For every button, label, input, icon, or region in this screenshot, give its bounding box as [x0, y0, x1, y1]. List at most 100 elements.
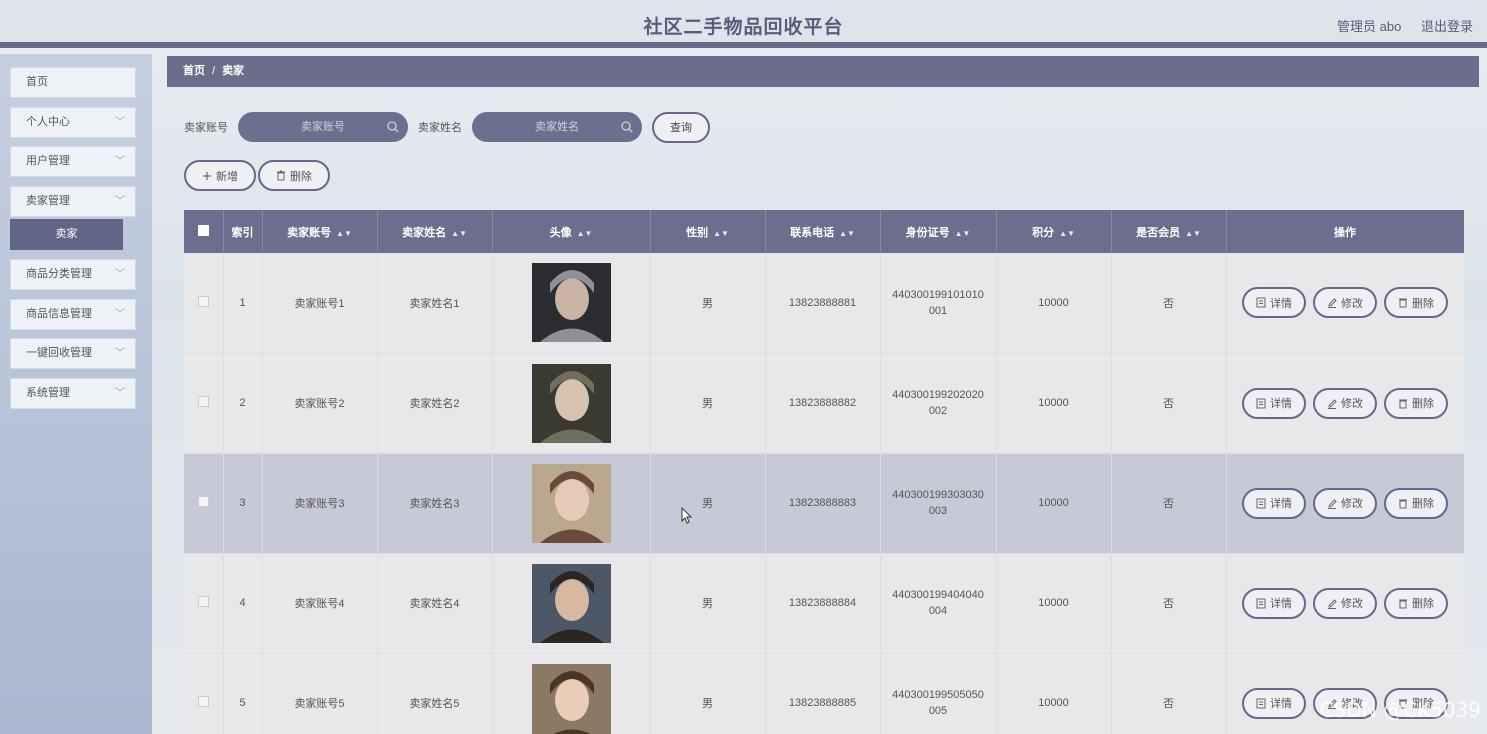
batch-delete-button[interactable]: 删除: [258, 160, 330, 191]
cell-index: 1: [223, 253, 263, 354]
table-row[interactable]: 4 卖家账号4 卖家姓名4 男 13823888884 440300199404040 00…: [184, 553, 1464, 654]
column-header-index: 索引: [223, 210, 263, 253]
table-header-row: 索引 卖家账号 ▲▼ 卖家姓名 ▲▼ 头像 ▲▼ 性别 ▲▼ 联系电话 ▲▼ 身份证号 ▲▼…: [184, 210, 1464, 253]
cell-account: 卖家账号2: [262, 353, 378, 454]
row-select-cell[interactable]: [184, 653, 224, 734]
column-header-avatar[interactable]: 头像 ▲▼: [492, 210, 651, 253]
detail-button[interactable]: 详情: [1242, 687, 1306, 719]
avatar[interactable]: [531, 663, 611, 734]
avatar[interactable]: [531, 363, 611, 443]
sort-icon[interactable]: ▲▼: [451, 229, 467, 238]
admin-user-label[interactable]: 管理员 abo: [1337, 19, 1401, 34]
query-button[interactable]: 查询: [652, 111, 710, 143]
column-header-gender[interactable]: 性别 ▲▼: [650, 210, 766, 253]
sidebar-item-label: 一键回收管理: [26, 347, 92, 359]
sort-icon[interactable]: ▲▼: [713, 229, 729, 238]
cell-id-number: 440300199101010 001: [880, 253, 997, 354]
sidebar-item-user-management[interactable]: 用户管理 ﹀: [10, 146, 136, 177]
cell-member: 否: [1111, 653, 1227, 734]
row-checkbox[interactable]: [197, 396, 209, 407]
cell-points: 10000: [996, 653, 1112, 734]
column-header-member[interactable]: 是否会员 ▲▼: [1111, 210, 1227, 253]
row-checkbox[interactable]: [197, 596, 209, 607]
edit-button[interactable]: 修改: [1313, 387, 1377, 419]
select-all-header[interactable]: [184, 210, 224, 253]
sidebar-item-seller-management[interactable]: 卖家管理 ﹀: [10, 185, 136, 217]
cell-points: 10000: [996, 353, 1112, 454]
sidebar-item-label: 首页: [26, 76, 48, 88]
sidebar-item-goods-management[interactable]: 商品信息管理 ﹀: [10, 298, 136, 330]
edit-button[interactable]: 修改: [1313, 587, 1377, 619]
sort-icon[interactable]: ▲▼: [577, 229, 593, 238]
document-icon: [1256, 398, 1266, 408]
column-header-label: 身份证号: [905, 226, 950, 239]
column-header-name[interactable]: 卖家姓名 ▲▼: [377, 210, 493, 253]
chevron-down-icon: ﹀: [115, 387, 125, 399]
pencil-icon: [1328, 398, 1337, 409]
delete-button-label: 删除: [290, 170, 312, 183]
table-row[interactable]: 2 卖家账号2 卖家姓名2 男 13823888882 440300199202020 00…: [184, 353, 1464, 454]
detail-button[interactable]: 详情: [1242, 387, 1306, 419]
id-number-line2: 001: [928, 304, 948, 317]
row-checkbox[interactable]: [197, 696, 209, 707]
top-header: 社区二手物品回收平台 管理员 abo 退出登录: [0, 0, 1487, 48]
avatar[interactable]: [531, 463, 611, 543]
select-all-checkbox[interactable]: [197, 224, 209, 236]
seller-name-label: 卖家姓名: [418, 122, 462, 134]
plus-icon: [203, 171, 211, 180]
column-header-account[interactable]: 卖家账号 ▲▼: [262, 210, 378, 253]
detail-button[interactable]: 详情: [1242, 487, 1306, 519]
avatar[interactable]: [531, 563, 611, 643]
edit-button[interactable]: 修改: [1313, 287, 1377, 319]
sort-icon[interactable]: ▲▼: [1185, 229, 1201, 238]
row-select-cell[interactable]: [184, 353, 224, 454]
avatar[interactable]: [531, 263, 611, 343]
table-row[interactable]: 5 卖家账号5 卖家姓名5 男 13823888885 440300199505050 00…: [184, 653, 1464, 734]
table-row[interactable]: 3 卖家账号3 卖家姓名3 男 13823888883 440300199303030 00…: [184, 453, 1464, 554]
cell-name: 卖家姓名5: [377, 653, 493, 734]
cell-avatar: [492, 353, 651, 454]
delete-button[interactable]: 删除: [1384, 387, 1448, 419]
cell-name: 卖家姓名4: [377, 553, 493, 654]
edit-button[interactable]: 修改: [1313, 487, 1377, 519]
sort-icon[interactable]: ▲▼: [955, 229, 971, 238]
breadcrumb-home[interactable]: 首页: [183, 65, 205, 77]
row-select-cell[interactable]: [184, 253, 224, 354]
cell-account: 卖家账号3: [262, 453, 378, 554]
column-header-points[interactable]: 积分 ▲▼: [996, 210, 1112, 253]
sidebar-item-home[interactable]: 首页: [10, 67, 136, 98]
detail-button[interactable]: 详情: [1242, 587, 1306, 619]
sort-icon[interactable]: ▲▼: [839, 229, 855, 238]
cell-actions: 详情 修改 删除: [1226, 353, 1464, 454]
id-number-line2: 003: [928, 505, 948, 517]
sidebar-item-personal-center[interactable]: 个人中心 ﹀: [10, 106, 136, 138]
add-button[interactable]: 新增: [184, 160, 256, 191]
sidebar-item-system-management[interactable]: 系统管理 ﹀: [10, 377, 136, 409]
sidebar-item-category-management[interactable]: 商品分类管理 ﹀: [10, 259, 136, 290]
column-header-id-number[interactable]: 身份证号 ▲▼: [880, 210, 997, 253]
sort-icon[interactable]: ▲▼: [336, 229, 352, 238]
detail-button[interactable]: 详情: [1242, 287, 1306, 319]
cell-phone: 13823888883: [765, 453, 881, 554]
seller-account-input[interactable]: [238, 112, 408, 142]
sidebar-subitem-seller[interactable]: 卖家: [10, 219, 123, 250]
row-checkbox[interactable]: [197, 496, 209, 507]
delete-button[interactable]: 删除: [1384, 587, 1448, 619]
cell-account: 卖家账号1: [262, 253, 378, 354]
delete-button[interactable]: 删除: [1384, 487, 1448, 519]
column-header-phone[interactable]: 联系电话 ▲▼: [765, 210, 881, 253]
column-header-label: 性别: [686, 226, 709, 239]
row-select-cell[interactable]: [184, 553, 224, 654]
table-row[interactable]: 1 卖家账号1 卖家姓名1 男 13823888881 440300199101010 00…: [184, 253, 1464, 354]
cell-phone: 13823888881: [765, 253, 881, 354]
logout-link[interactable]: 退出登录: [1421, 19, 1473, 34]
column-header-label: 卖家姓名: [402, 226, 447, 239]
delete-button[interactable]: 删除: [1384, 287, 1448, 319]
sidebar-item-recycle-management[interactable]: 一键回收管理 ﹀: [10, 338, 136, 369]
row-select-cell[interactable]: [184, 453, 224, 554]
sort-icon[interactable]: ▲▼: [1059, 229, 1075, 238]
seller-name-input[interactable]: [472, 112, 642, 142]
document-icon: [1256, 297, 1266, 308]
cell-avatar: [492, 453, 651, 554]
row-checkbox[interactable]: [197, 295, 209, 307]
